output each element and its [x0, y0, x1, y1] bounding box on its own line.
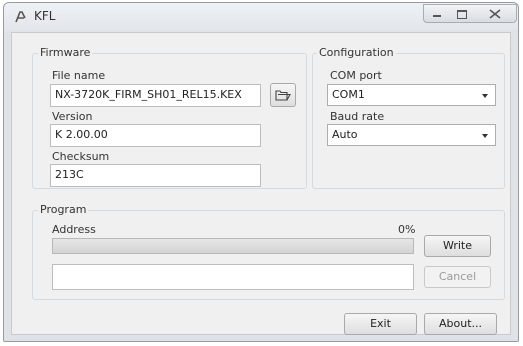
maximize-icon	[457, 10, 467, 19]
program-status-field[interactable]	[52, 264, 414, 290]
checksum-label: Checksum	[52, 150, 110, 163]
kfl-app-icon	[15, 11, 26, 23]
progress-bar	[52, 238, 414, 254]
exit-button[interactable]: Exit	[344, 313, 417, 335]
checksum-field[interactable]: 213C	[50, 164, 261, 187]
file-name-label: File name	[52, 69, 106, 82]
com-port-value: COM1	[332, 88, 365, 101]
cancel-button[interactable]: Cancel	[424, 266, 491, 288]
close-icon	[489, 9, 501, 19]
firmware-group-label: Firmware	[38, 46, 93, 59]
progress-percent: 0%	[398, 223, 416, 236]
write-button[interactable]: Write	[424, 235, 491, 257]
about-button[interactable]: About...	[424, 313, 497, 335]
open-file-button[interactable]	[270, 83, 296, 107]
file-name-field[interactable]: NX-3720K_FIRM_SH01_REL15.KEX	[50, 84, 261, 107]
window-title: KFL	[34, 9, 56, 23]
baud-rate-value: Auto	[332, 128, 358, 141]
baud-rate-label: Baud rate	[330, 110, 385, 123]
app-window: KFL Firmware File name NX-3720K_FIRM_SH0…	[3, 2, 519, 342]
configuration-group-label: Configuration	[317, 46, 396, 59]
com-port-label: COM port	[330, 69, 382, 82]
com-port-select[interactable]: COM1	[327, 84, 496, 106]
chevron-down-icon	[482, 134, 488, 138]
close-button[interactable]	[474, 4, 517, 23]
version-label: Version	[52, 110, 93, 123]
version-field[interactable]: K 2.00.00	[50, 124, 261, 147]
open-folder-icon	[275, 90, 291, 101]
minimize-icon	[433, 15, 441, 17]
address-label: Address	[52, 223, 96, 236]
chevron-down-icon	[482, 94, 488, 98]
title-bar[interactable]: KFL	[4, 3, 518, 31]
program-group-label: Program	[38, 203, 89, 216]
dialog-client-area: Firmware File name NX-3720K_FIRM_SH01_RE…	[11, 32, 511, 335]
baud-rate-select[interactable]: Auto	[327, 124, 496, 146]
minimize-button[interactable]	[423, 4, 450, 23]
maximize-button[interactable]	[449, 4, 475, 23]
